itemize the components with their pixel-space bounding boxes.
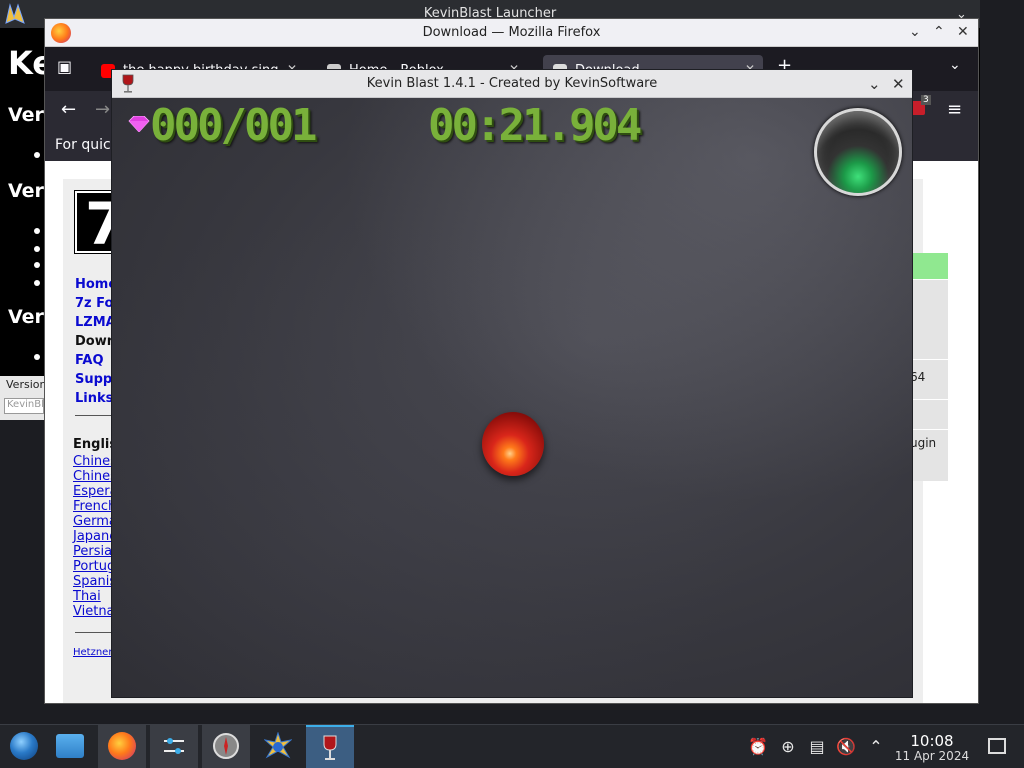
extension-badge: 3 bbox=[921, 95, 931, 105]
language-link[interactable]: French bbox=[73, 499, 116, 514]
nav-link-links[interactable]: Links bbox=[75, 391, 113, 406]
wine-glass-icon bbox=[323, 735, 337, 760]
gem-icon bbox=[128, 116, 150, 132]
clock-time[interactable]: 10:08 bbox=[896, 732, 968, 750]
table-cell: ugin bbox=[910, 436, 937, 450]
bookmarks-hint: For quicl bbox=[55, 137, 115, 153]
taskbar: ⏰ ⊕ ▤ 🔇 ⌃ 10:08 11 Apr 2024 bbox=[0, 724, 1024, 768]
section-label: Vers bbox=[8, 180, 44, 202]
bullet-icon bbox=[34, 262, 40, 268]
forward-icon[interactable]: → bbox=[95, 99, 110, 120]
show-desktop-icon[interactable] bbox=[988, 738, 1006, 754]
compass-task-button[interactable] bbox=[202, 725, 250, 768]
version-input[interactable]: KevinBla bbox=[4, 398, 44, 414]
status-light-icon bbox=[814, 108, 902, 196]
table-row bbox=[910, 399, 948, 429]
game-titlebar[interactable]: Kevin Blast 1.4.1 - Created by KevinSoft… bbox=[112, 70, 912, 98]
compass-icon bbox=[213, 733, 239, 759]
back-icon[interactable]: ← bbox=[61, 99, 76, 120]
game-window: Kevin Blast 1.4.1 - Created by KevinSoft… bbox=[111, 69, 913, 698]
language-link[interactable]: Thai bbox=[73, 589, 101, 604]
clock-date[interactable]: 11 Apr 2024 bbox=[890, 749, 974, 763]
firefox-window-title: Download — Mozilla Firefox bbox=[422, 25, 601, 40]
kevinblast-launcher-task-button[interactable] bbox=[254, 725, 302, 768]
close-icon[interactable]: ✕ bbox=[892, 75, 905, 93]
section-label: Vers bbox=[8, 306, 44, 328]
language-link[interactable]: Vietna bbox=[73, 604, 115, 619]
minimize-icon[interactable]: ⌄ bbox=[868, 75, 881, 93]
hetzner-link[interactable]: Hetzner bbox=[73, 647, 112, 658]
kevinblast-game-task-button[interactable] bbox=[306, 725, 354, 768]
volume-muted-icon[interactable]: 🔇 bbox=[836, 737, 856, 757]
burst-icon bbox=[264, 732, 292, 759]
tab-overview-icon[interactable]: ▣ bbox=[57, 57, 72, 76]
player-ball bbox=[482, 412, 544, 476]
chevron-up-icon[interactable]: ⌃ bbox=[866, 737, 886, 757]
level-timer: 00:21.904 bbox=[428, 100, 642, 151]
bullet-icon bbox=[34, 246, 40, 252]
language-link[interactable]: Persia bbox=[73, 544, 112, 559]
table-row: 64 bbox=[910, 359, 948, 399]
firefox-task-button[interactable] bbox=[98, 725, 146, 768]
section-label: Versi bbox=[8, 104, 44, 126]
tab-list-icon[interactable]: ⌄ bbox=[949, 57, 961, 73]
language-link[interactable]: Portug bbox=[73, 559, 115, 574]
version-panel: Version KevinBla bbox=[0, 376, 47, 420]
game-window-title: Kevin Blast 1.4.1 - Created by KevinSoft… bbox=[366, 76, 658, 91]
launcher-content: Ke Versi Vers Vers bbox=[0, 28, 44, 420]
bullet-icon bbox=[34, 152, 40, 158]
close-icon[interactable]: ✕ bbox=[957, 24, 969, 40]
update-icon[interactable]: ⊕ bbox=[778, 737, 798, 757]
file-manager-button[interactable] bbox=[46, 725, 94, 768]
bullet-icon bbox=[34, 280, 40, 286]
start-menu-icon bbox=[10, 732, 38, 760]
minimize-icon[interactable]: ⌄ bbox=[909, 24, 921, 40]
bullet-icon bbox=[34, 228, 40, 234]
firefox-titlebar[interactable]: Download — Mozilla Firefox ⌄ ⌃ ✕ bbox=[45, 19, 978, 47]
start-menu-button[interactable] bbox=[0, 725, 48, 768]
bullet-icon bbox=[34, 354, 40, 360]
game-canvas[interactable]: 000/001 00:21.904 bbox=[112, 98, 912, 697]
folder-icon bbox=[56, 734, 84, 758]
divider bbox=[75, 415, 111, 416]
launcher-heading: Ke bbox=[8, 44, 44, 82]
alarm-icon[interactable]: ⏰ bbox=[748, 737, 768, 757]
nav-link-lzma[interactable]: LZMA bbox=[75, 315, 116, 330]
divider bbox=[75, 632, 111, 633]
table-row bbox=[910, 279, 948, 359]
clipboard-icon[interactable]: ▤ bbox=[807, 737, 827, 757]
version-label: Version bbox=[6, 378, 47, 391]
table-row: ugin bbox=[910, 429, 948, 481]
table-header-row bbox=[910, 253, 948, 279]
maximize-icon[interactable]: ⌃ bbox=[933, 24, 945, 40]
firefox-icon bbox=[108, 732, 136, 760]
settings-sliders-icon bbox=[164, 738, 184, 754]
nav-link-download[interactable]: Down bbox=[75, 334, 116, 349]
task-switcher-button[interactable] bbox=[150, 725, 198, 768]
menu-icon[interactable]: ≡ bbox=[947, 99, 962, 120]
nav-link-faq[interactable]: FAQ bbox=[75, 353, 104, 368]
language-link[interactable]: Spanis bbox=[73, 574, 116, 589]
gem-counter: 000/001 bbox=[150, 100, 317, 151]
